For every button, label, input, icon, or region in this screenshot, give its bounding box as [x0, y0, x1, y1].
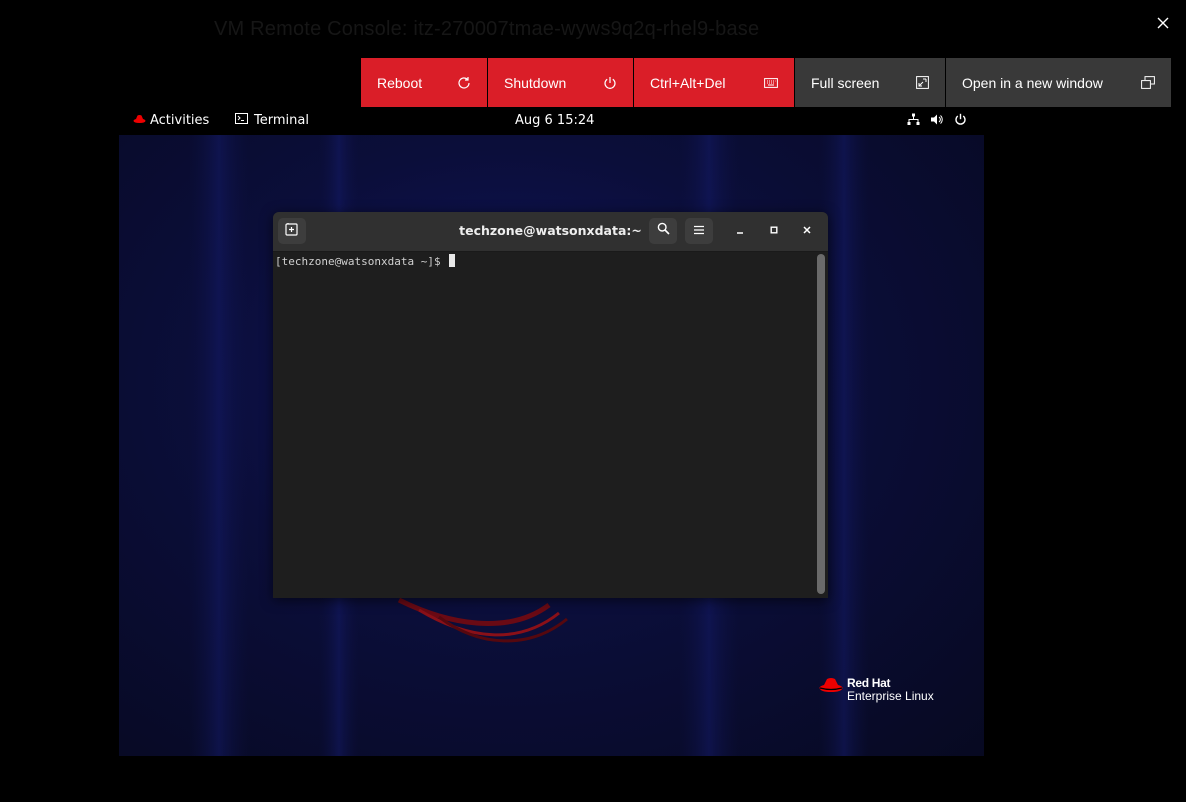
reboot-label: Reboot [377, 74, 423, 91]
keyboard-icon [764, 77, 778, 88]
activities-label: Activities [150, 113, 210, 128]
clock[interactable]: Aug 6 15:24 [515, 113, 594, 128]
power-icon [954, 113, 967, 130]
search-icon [657, 222, 670, 240]
ctrl-alt-del-label: Ctrl+Alt+Del [650, 74, 726, 91]
open-new-window-button[interactable]: Open in a new window [946, 58, 1171, 107]
redhat-logo: Red Hat Enterprise Linux [819, 677, 934, 703]
maximize-button[interactable] [760, 218, 788, 244]
close-icon [802, 222, 812, 240]
menu-button[interactable] [685, 218, 713, 244]
text-cursor [449, 254, 456, 267]
close-button[interactable] [793, 218, 821, 244]
fullscreen-label: Full screen [811, 74, 880, 91]
terminal-app-icon [235, 113, 248, 128]
prompt-text: [techzone@watsonxdata ~]$ [275, 255, 448, 268]
terminal-app-menu[interactable]: Terminal [235, 113, 309, 128]
console-toolbar: Reboot Shutdown Ctrl+Alt+Del Full screen… [361, 58, 1171, 107]
modal-title: VM Remote Console: itz-270007tmae-wyws9q… [214, 18, 760, 40]
ctrl-alt-del-button[interactable]: Ctrl+Alt+Del [634, 58, 795, 107]
launch-icon [1141, 76, 1155, 89]
hamburger-menu-icon [693, 222, 705, 240]
fullscreen-button[interactable]: Full screen [795, 58, 946, 107]
scrollbar[interactable] [817, 254, 825, 594]
terminal-window[interactable]: techzone@watsonxdata:~ [techzone@watsonx… [273, 212, 828, 598]
redhat-hat-icon [133, 113, 146, 128]
reboot-button[interactable]: Reboot [361, 58, 488, 107]
terminal-output[interactable]: [techzone@watsonxdata ~]$ [273, 252, 828, 598]
close-icon[interactable] [1152, 12, 1174, 34]
search-button[interactable] [649, 218, 677, 244]
product-name: Enterprise Linux [847, 689, 934, 703]
app-label: Terminal [254, 113, 309, 128]
power-icon [603, 76, 617, 90]
minimize-button[interactable] [726, 218, 754, 244]
system-menu[interactable] [907, 113, 967, 130]
activities-button[interactable]: Activities [133, 113, 209, 128]
new-window-label: Open in a new window [962, 74, 1103, 91]
fullscreen-icon [916, 76, 929, 89]
new-tab-button[interactable] [278, 218, 306, 244]
volume-icon [930, 113, 944, 130]
vm-console-screen[interactable]: Activities Terminal Aug 6 15:24 techzone… [119, 107, 984, 756]
maximize-icon [769, 222, 779, 240]
shutdown-button[interactable]: Shutdown [488, 58, 634, 107]
minimize-icon [735, 222, 745, 240]
shell-prompt: [techzone@watsonxdata ~]$ [275, 254, 456, 268]
terminal-header-bar[interactable]: techzone@watsonxdata:~ [273, 212, 828, 252]
redhat-hat-icon [819, 677, 843, 698]
network-icon [907, 113, 920, 130]
shutdown-label: Shutdown [504, 74, 567, 91]
restart-icon [457, 76, 471, 90]
gnome-top-bar: Activities Terminal Aug 6 15:24 [119, 107, 984, 135]
new-tab-icon [285, 222, 299, 241]
